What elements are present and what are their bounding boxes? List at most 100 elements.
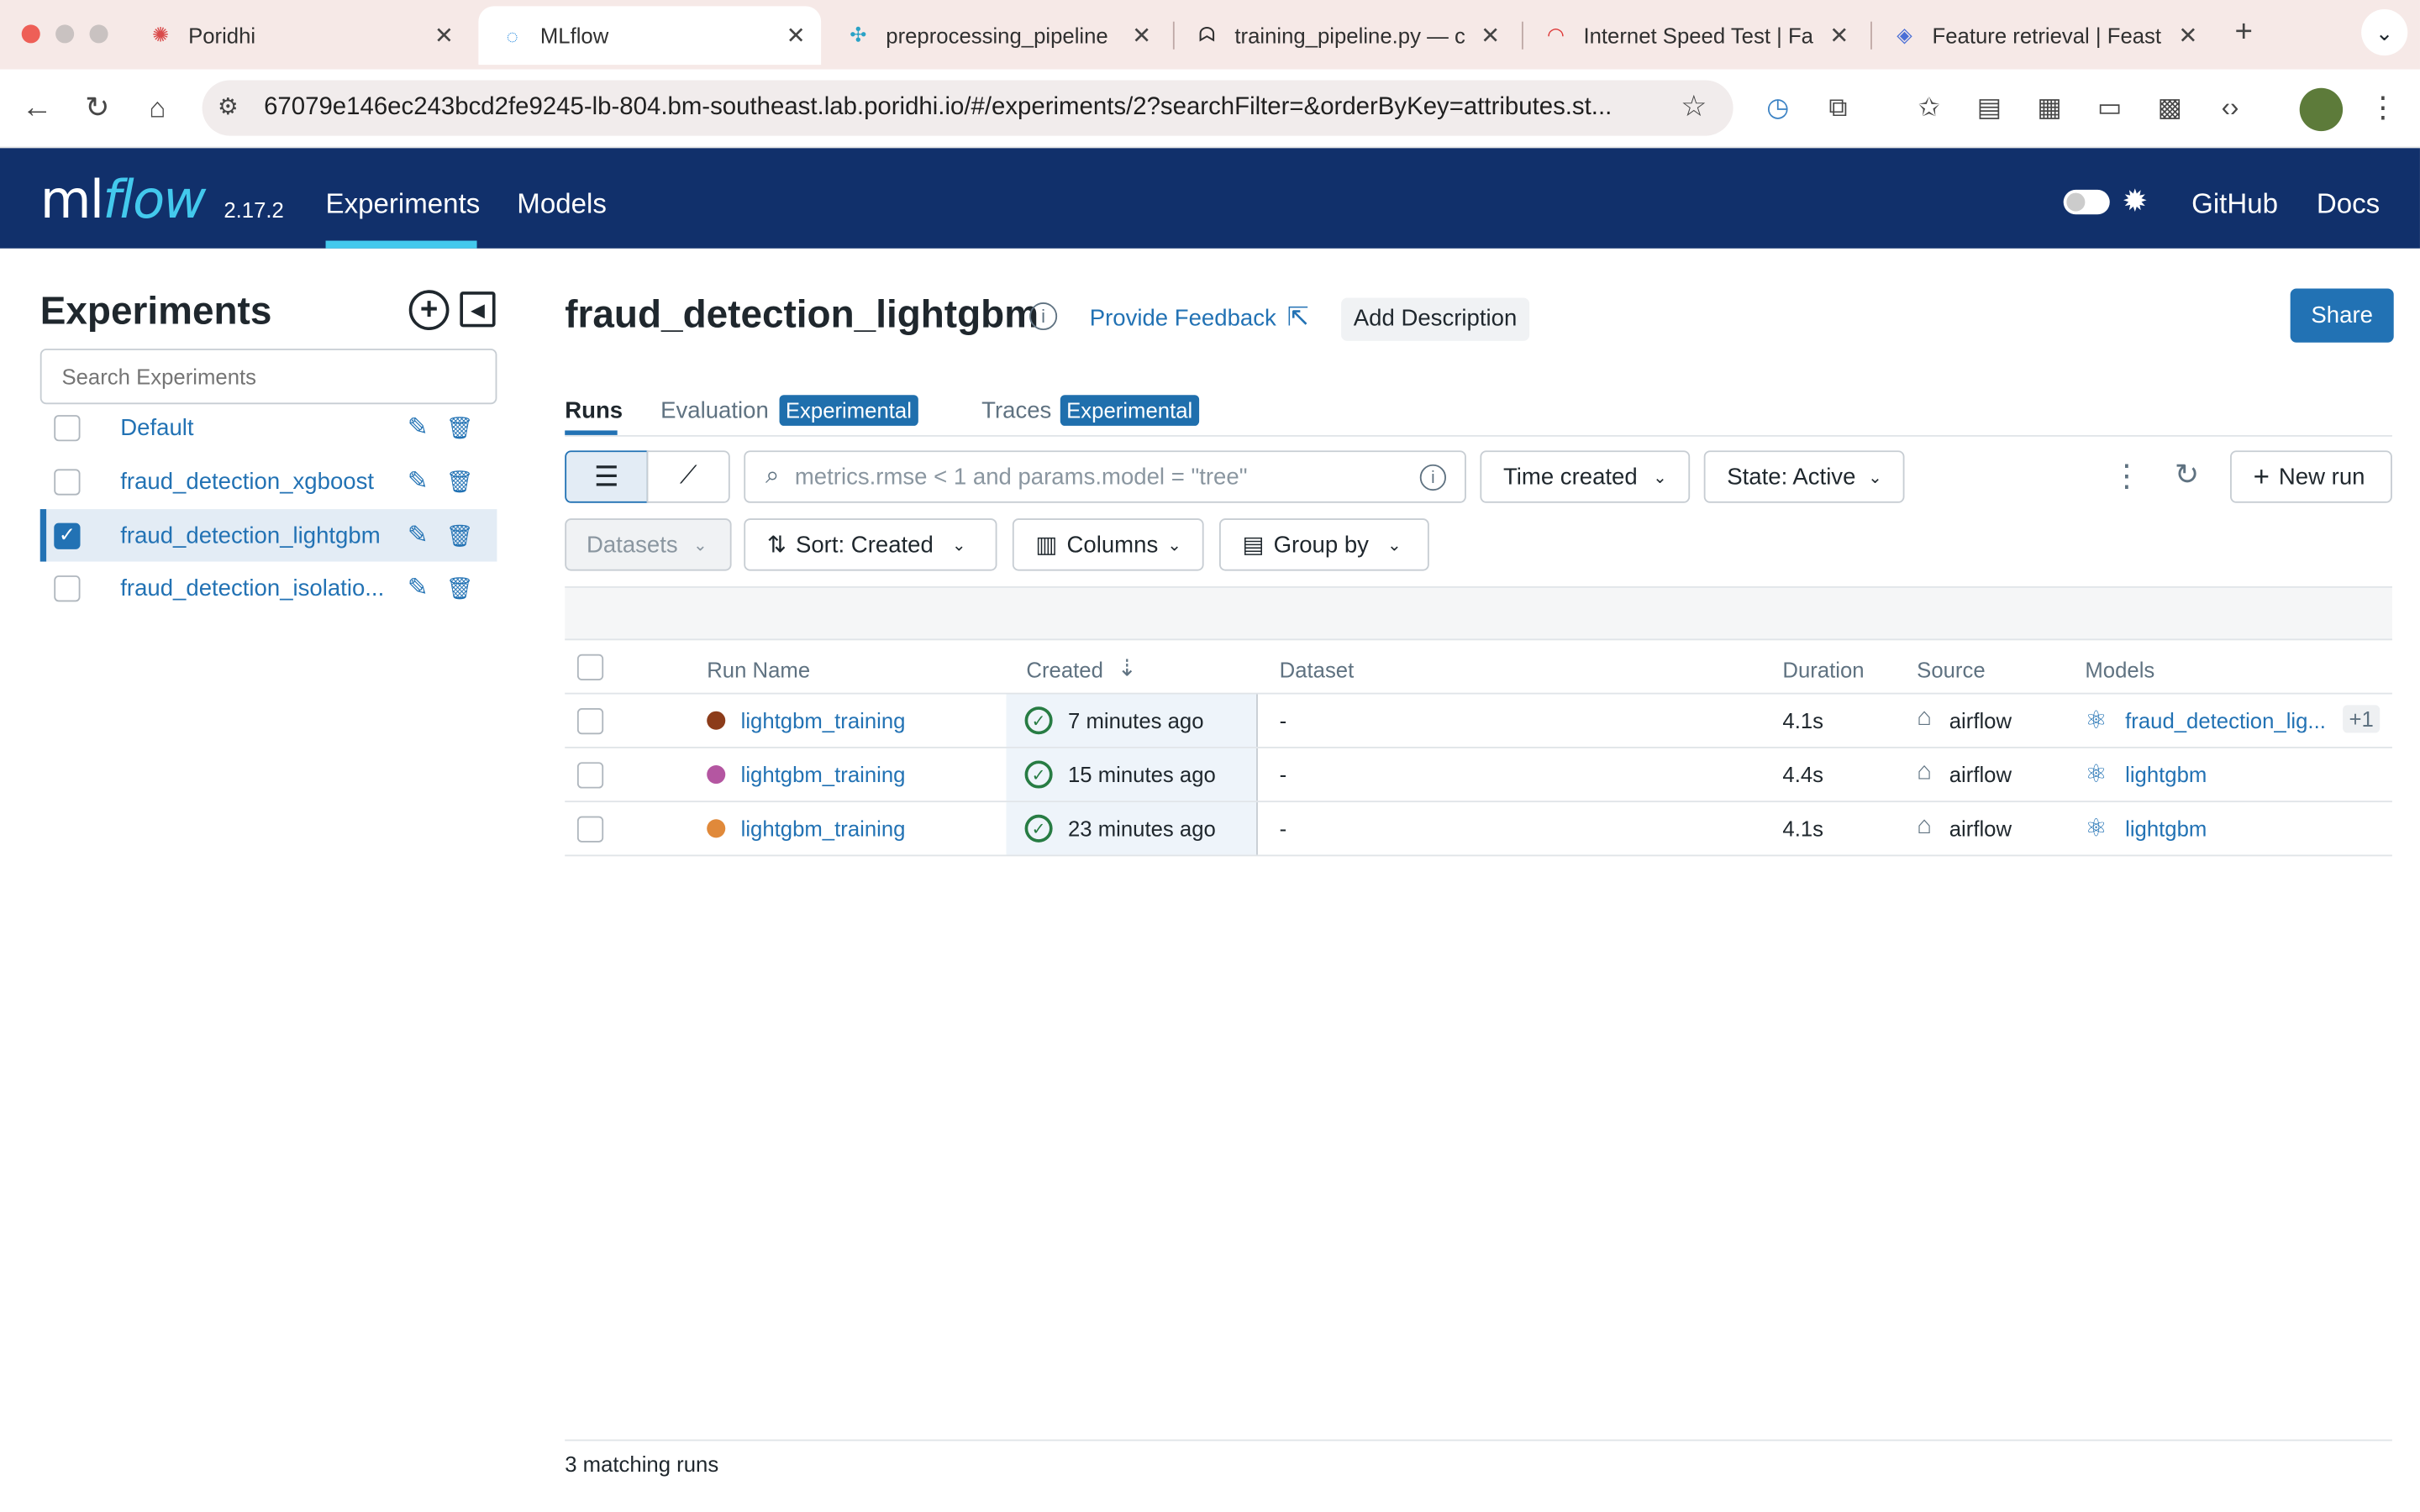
table-row[interactable]: lightgbm_training ✓ 23 minutes ago - 4.1… (565, 802, 2392, 857)
time-created-select[interactable]: Time created ⌄ (1480, 450, 1691, 503)
close-tab-icon[interactable]: ✕ (2178, 22, 2197, 50)
table-row[interactable]: lightgbm_training ✓ 15 minutes ago - 4.4… (565, 748, 2392, 803)
row-checkbox[interactable] (576, 708, 604, 735)
info-icon[interactable]: i (1029, 302, 1058, 331)
browser-tab-code[interactable]: ᗣ training_pipeline.py — c ✕ (1173, 6, 1516, 65)
experiment-item-xgboost[interactable]: fraud_detection_xgboost ✎ 🗑 (40, 455, 497, 507)
experiment-item-lightgbm[interactable]: ✓ fraud_detection_lightgbm ✎ 🗑 (39, 509, 497, 562)
close-tab-icon[interactable]: ✕ (1132, 22, 1151, 50)
create-experiment-icon[interactable]: + (408, 290, 450, 331)
edit-icon[interactable]: ✎ (408, 466, 429, 497)
experiment-checkbox[interactable] (54, 468, 81, 495)
close-tab-icon[interactable]: ✕ (434, 22, 454, 50)
tab-traces[interactable]: Traces (981, 398, 1051, 424)
run-name-link[interactable]: lightgbm_training (741, 708, 906, 732)
trash-icon[interactable]: 🗑 (446, 468, 474, 494)
col-header-dataset[interactable]: Dataset (1280, 657, 1355, 681)
experiment-checkbox[interactable] (54, 414, 81, 441)
run-color-dot[interactable] (707, 765, 726, 785)
side-panel-icon[interactable]: ▦ (2029, 88, 2070, 129)
experiment-name[interactable]: fraud_detection_lightgbm (120, 522, 390, 549)
browser-tab-speedtest[interactable]: ◠ Internet Speed Test | Fa ✕ (1522, 6, 1865, 65)
sort-select[interactable]: ⇅ Sort: Created ⌄ (744, 518, 997, 571)
datasets-select[interactable]: Datasets ⌄ (565, 518, 732, 571)
refresh-icon[interactable]: ↻ (2175, 458, 2199, 493)
col-header-created[interactable]: Created (1026, 657, 1102, 681)
collapse-sidebar-icon[interactable]: ◀ (460, 291, 496, 328)
col-header-models[interactable]: Models (2085, 657, 2154, 681)
provide-feedback-link[interactable]: Provide Feedback (1090, 306, 1276, 332)
info-icon[interactable]: i (1419, 464, 1446, 491)
trash-icon[interactable]: 🗑 (446, 414, 474, 440)
browser-tab-poridhi[interactable]: ✺ Poridhi ✕ (127, 6, 470, 65)
experiment-checkbox[interactable]: ✓ (54, 522, 81, 549)
nav-github[interactable]: GitHub (2191, 188, 2278, 221)
source-value[interactable]: airflow (1949, 816, 2012, 841)
experiment-name[interactable]: Default (120, 414, 390, 440)
search-experiments-input[interactable] (39, 349, 497, 405)
experiment-name[interactable]: fraud_detection_xgboost (120, 468, 390, 494)
reading-list-icon[interactable]: ▤ (1970, 88, 2010, 129)
source-value[interactable]: airflow (1949, 708, 2012, 732)
minimize-window-button[interactable] (55, 24, 75, 44)
address-bar[interactable]: ⚙ 67079e146ec243bcd2fe9245-lb-804.bm-sou… (202, 80, 1733, 136)
more-models-badge[interactable]: +1 (2343, 705, 2381, 733)
experiment-item-isolation[interactable]: fraud_detection_isolatio... ✎ 🗑 (40, 562, 497, 614)
experiment-name[interactable]: fraud_detection_isolatio... (120, 575, 390, 601)
devtools-icon[interactable]: ‹› (2210, 88, 2250, 129)
reload-icon[interactable]: ↻ (77, 88, 118, 129)
experiment-item-default[interactable]: Default ✎ 🗑 (40, 402, 497, 454)
browser-tab-feast[interactable]: ◈ Feature retrieval | Feast ✕ (1870, 6, 2213, 65)
run-name-link[interactable]: lightgbm_training (741, 816, 906, 841)
browser-tab-airflow[interactable]: ✣ preprocessing_pipeline ✕ (824, 6, 1167, 65)
chart-view-button[interactable]: ⟋ (646, 450, 730, 503)
run-color-dot[interactable] (707, 819, 726, 838)
nav-models[interactable]: Models (517, 188, 607, 221)
col-header-duration[interactable]: Duration (1782, 657, 1864, 681)
source-value[interactable]: airflow (1949, 762, 2012, 786)
maximize-window-button[interactable] (89, 24, 108, 44)
new-tab-icon[interactable]: + (2235, 15, 2253, 50)
puzzle-icon[interactable]: ⧉ (1818, 88, 1859, 129)
share-button[interactable]: Share (2290, 288, 2394, 343)
menu-icon[interactable]: ⋮ (2363, 88, 2403, 129)
new-run-button[interactable]: + New run (2230, 450, 2392, 503)
close-window-button[interactable] (21, 24, 40, 44)
edit-icon[interactable]: ✎ (408, 572, 429, 603)
col-header-source[interactable]: Source (1917, 657, 1985, 681)
sort-descending-icon[interactable]: ⇣ (1118, 654, 1137, 682)
close-tab-icon[interactable]: ✕ (1481, 22, 1500, 50)
edit-icon[interactable]: ✎ (408, 520, 429, 551)
browser-tab-mlflow[interactable]: ◌ MLflow ✕ (478, 6, 822, 66)
back-icon[interactable]: ← (17, 88, 57, 129)
group-by-select[interactable]: ▤ Group by ⌄ (1218, 518, 1429, 571)
model-link[interactable]: lightgbm (2125, 816, 2207, 841)
state-select[interactable]: State: Active ⌄ (1703, 450, 1905, 503)
close-tab-icon[interactable]: ✕ (1829, 22, 1849, 50)
experiment-checkbox[interactable] (54, 575, 81, 601)
nav-experiments[interactable]: Experiments (326, 188, 481, 221)
table-view-button[interactable]: ☰ (565, 450, 649, 503)
trash-icon[interactable]: 🗑 (446, 575, 474, 601)
mlflow-logo[interactable]: mlflow (40, 170, 207, 231)
extension-icon[interactable]: ◷ (1758, 88, 1798, 129)
tab-runs[interactable]: Runs (565, 398, 623, 424)
avatar[interactable] (2299, 87, 2344, 132)
add-description-button[interactable]: Add Description (1341, 297, 1529, 341)
model-link[interactable]: lightgbm (2125, 762, 2207, 786)
columns-select[interactable]: ▥ Columns ⌄ (1012, 518, 1204, 571)
close-tab-icon[interactable]: ✕ (786, 22, 806, 50)
select-all-checkbox[interactable] (576, 654, 604, 680)
nav-docs[interactable]: Docs (2317, 188, 2380, 221)
site-info-icon[interactable]: ⚙ (218, 92, 239, 120)
qr-icon[interactable]: ▩ (2150, 88, 2191, 129)
bookmarks-icon[interactable]: ✩ (1909, 88, 1949, 129)
run-color-dot[interactable] (707, 711, 726, 730)
row-checkbox[interactable] (576, 816, 604, 843)
home-icon[interactable]: ⌂ (137, 88, 177, 129)
external-link-icon[interactable]: ⇱ (1287, 302, 1309, 333)
trash-icon[interactable]: 🗑 (446, 522, 474, 549)
bookmark-star-icon[interactable]: ☆ (1681, 90, 1707, 125)
devices-icon[interactable]: ▭ (2090, 88, 2130, 129)
dark-mode-toggle[interactable] (2063, 189, 2110, 215)
